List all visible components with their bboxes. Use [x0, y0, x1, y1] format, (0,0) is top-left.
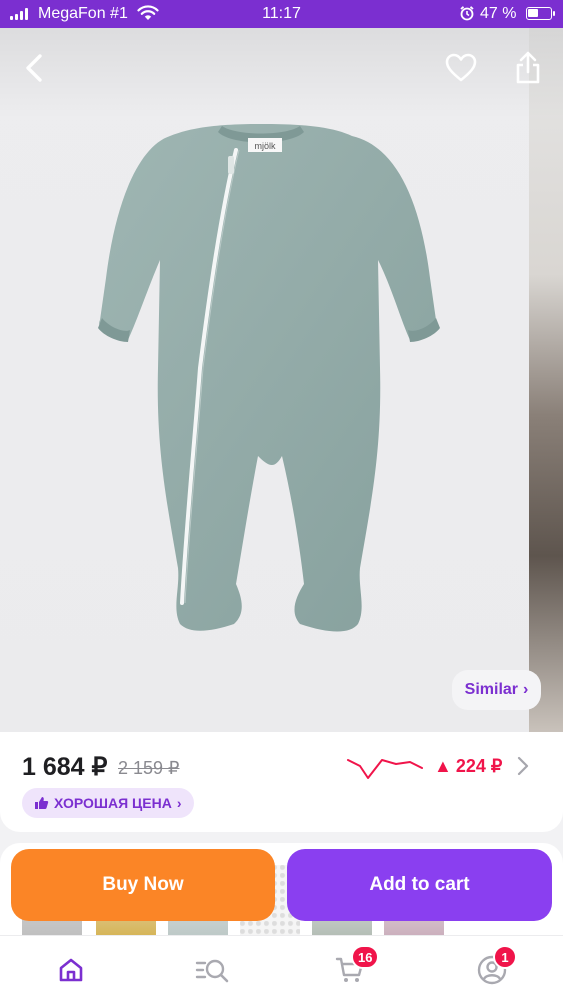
heart-icon: [445, 53, 477, 82]
brand-tag: mjölk: [254, 141, 276, 151]
buy-now-button[interactable]: Buy Now: [11, 849, 275, 921]
alarm-icon: [459, 5, 475, 26]
status-bar: MegaFon #1 11:17 47 %: [0, 0, 563, 28]
bottom-navigation: 16 1: [0, 935, 563, 1000]
price-change[interactable]: ▲ 224 ₽: [434, 756, 502, 777]
next-photo-peek[interactable]: [529, 28, 563, 732]
chevron-right-icon[interactable]: [516, 755, 530, 777]
arrow-up-icon: ▲: [434, 756, 452, 776]
romper-illustration: mjölk: [98, 124, 440, 632]
battery-percent: 47 %: [480, 5, 517, 22]
chevron-left-icon: [26, 54, 42, 82]
tab-catalog[interactable]: [192, 950, 232, 990]
chevron-right-icon: ›: [176, 795, 182, 811]
old-price: 2 159 ₽: [118, 758, 180, 778]
product-gallery[interactable]: mjölk Similar ›: [0, 28, 563, 732]
similar-label: Similar: [464, 681, 519, 698]
product-photo[interactable]: mjölk: [0, 28, 529, 732]
profile-count-badge: 1: [493, 945, 517, 969]
price-change-value: 224 ₽: [455, 756, 503, 776]
price-trend-sparkline[interactable]: [346, 754, 426, 780]
home-icon: [59, 958, 83, 982]
current-price: 1 684 ₽: [22, 753, 108, 781]
battery-icon: [526, 7, 555, 20]
tab-home[interactable]: [51, 950, 91, 990]
good-price-badge[interactable]: ХОРОШАЯ ЦЕНА ›: [22, 788, 194, 818]
catalog-search-icon: [195, 959, 229, 983]
thumbs-up-icon: [35, 797, 49, 809]
back-button[interactable]: [14, 48, 54, 88]
chevron-right-icon: ›: [523, 681, 529, 698]
add-to-cart-button[interactable]: Add to cart: [287, 849, 552, 921]
similar-button[interactable]: Similar ›: [452, 670, 541, 710]
product-screen: MegaFon #1 11:17 47 % mjölk Similar › 1 …: [0, 0, 563, 1000]
share-icon: [516, 51, 540, 84]
cart-count-badge: 16: [351, 945, 380, 969]
price-card: 1 684 ₽ 2 159 ₽ ▲ 224 ₽ ХОРОШАЯ ЦЕНА ›: [0, 732, 563, 832]
favorite-button[interactable]: [441, 48, 481, 88]
badge-label: ХОРОШАЯ ЦЕНА: [54, 795, 172, 811]
clock: 11:17: [262, 5, 301, 22]
share-button[interactable]: [508, 48, 548, 88]
